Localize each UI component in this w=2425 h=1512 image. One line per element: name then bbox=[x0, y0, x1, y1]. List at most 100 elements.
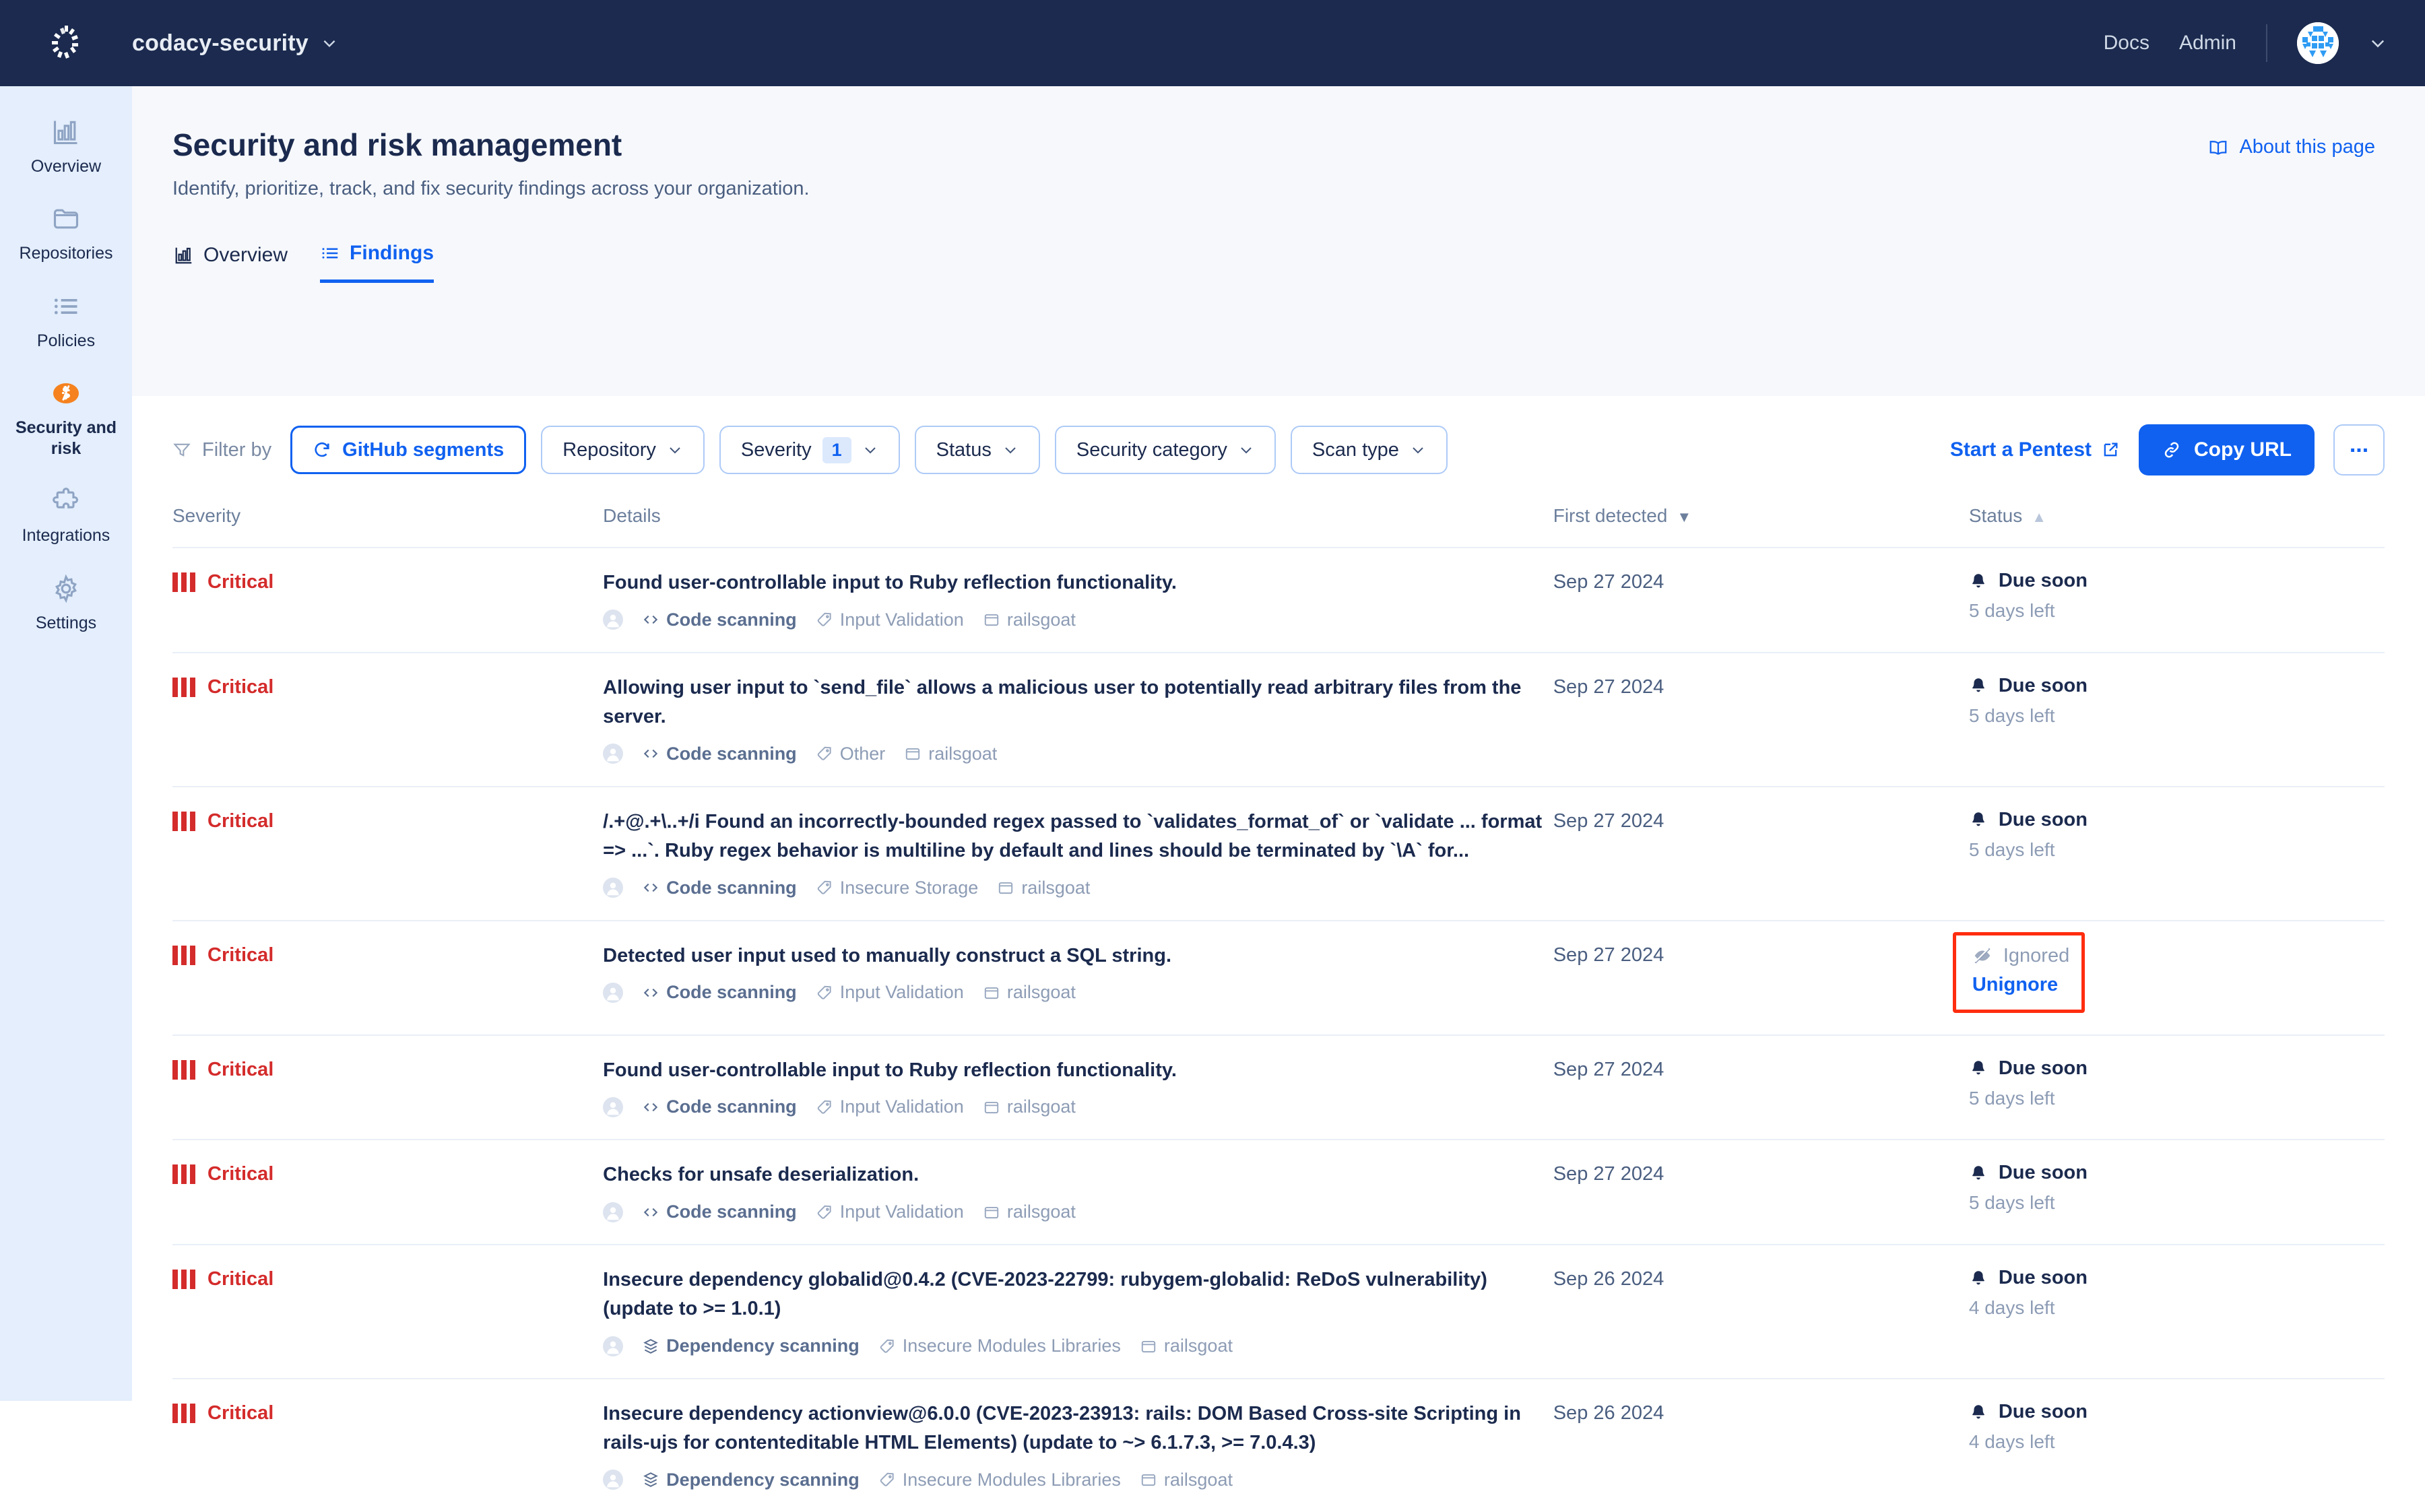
first-detected-date: Sep 26 2024 bbox=[1553, 1268, 1664, 1290]
list-icon bbox=[51, 288, 81, 325]
filter-scan-type[interactable]: Scan type bbox=[1290, 426, 1448, 474]
logo-container[interactable] bbox=[0, 22, 132, 65]
filter-severity[interactable]: Severity 1 bbox=[719, 426, 900, 474]
bell-icon bbox=[1969, 572, 1988, 591]
filter-repository[interactable]: Repository bbox=[541, 426, 705, 474]
cell-first-detected: Sep 27 2024 bbox=[1553, 919, 1969, 1035]
finding-meta-label: railsgoat bbox=[1163, 1336, 1233, 1356]
severity-bars-icon bbox=[172, 945, 195, 965]
column-header-first-detected[interactable]: First detected ▼ bbox=[1553, 505, 1969, 548]
tab-overview[interactable]: Overview bbox=[174, 242, 288, 283]
table-row[interactable]: Critical /.+@.+\..+/i Found an incorrectl… bbox=[172, 785, 2385, 921]
finding-title[interactable]: Insecure dependency globalid@0.4.2 (CVE-… bbox=[603, 1266, 1553, 1323]
filter-github-segments[interactable]: GitHub segments bbox=[290, 426, 527, 474]
finding-meta-label: railsgoat bbox=[1006, 982, 1076, 1003]
layers-icon bbox=[642, 1471, 659, 1488]
more-options-button[interactable]: ... bbox=[2333, 424, 2385, 475]
avatar-chevron-down-icon[interactable] bbox=[2368, 34, 2387, 53]
table-row[interactable]: Critical Insecure dependency globalid@0.4… bbox=[172, 1244, 2385, 1379]
repo-folder-icon bbox=[1140, 1471, 1157, 1488]
severity-label: Critical bbox=[207, 810, 274, 832]
cell-status: Due soon 5 days left bbox=[1968, 651, 2385, 787]
column-label-status: Status bbox=[1968, 505, 2023, 526]
filter-security-category[interactable]: Security category bbox=[1054, 426, 1276, 474]
repo-folder-icon bbox=[997, 879, 1014, 896]
column-header-status[interactable]: Status ▲ bbox=[1969, 505, 2385, 548]
sidebar-label-integrations: Integrations bbox=[22, 526, 110, 546]
status-label: Due soon bbox=[1998, 1057, 2088, 1079]
sidebar-item-overview[interactable]: Overview bbox=[0, 101, 132, 188]
table-row[interactable]: Critical Insecure dependency actionview@6… bbox=[172, 1378, 2385, 1512]
status-label: Due soon bbox=[1998, 808, 2088, 830]
finding-meta-item: Code scanning bbox=[642, 1202, 797, 1222]
finding-meta-item: railsgoat bbox=[1140, 1336, 1233, 1356]
table-row[interactable]: Critical Allowing user input to `send_fil… bbox=[172, 651, 2385, 787]
sidebar-item-policies[interactable]: Policies bbox=[0, 275, 132, 362]
tag-icon bbox=[816, 984, 833, 1001]
column-label-first-detected: First detected bbox=[1553, 505, 1668, 526]
tag-icon bbox=[816, 611, 833, 628]
finding-title[interactable]: Detected user input used to manually con… bbox=[603, 942, 1553, 971]
finding-meta: Code scanning Input Validation railsgoat bbox=[603, 1202, 1553, 1222]
repo-folder-icon bbox=[983, 611, 1000, 628]
sidebar-item-security-and-risk[interactable]: Security and risk bbox=[0, 362, 132, 471]
finding-author-avatar bbox=[603, 1096, 624, 1117]
severity-bars-icon bbox=[172, 1404, 195, 1424]
finding-meta-item: Code scanning bbox=[642, 744, 797, 764]
table-row[interactable]: Critical Checks for unsafe deserializatio… bbox=[172, 1139, 2385, 1245]
copy-url-button[interactable]: Copy URL bbox=[2139, 424, 2315, 475]
security-shield-icon bbox=[50, 374, 82, 412]
severity-bars-icon bbox=[172, 677, 195, 697]
cell-severity: Critical bbox=[172, 1378, 604, 1512]
finding-meta-item: Insecure Modules Libraries bbox=[878, 1470, 1121, 1490]
finding-title[interactable]: Checks for unsafe deserialization. bbox=[603, 1160, 1553, 1189]
column-header-severity[interactable]: Severity bbox=[172, 505, 603, 548]
chevron-down-icon bbox=[1410, 442, 1426, 458]
status-due-row: Due soon bbox=[1969, 1401, 2385, 1423]
docs-link[interactable]: Docs bbox=[2104, 32, 2149, 55]
severity-bars-icon bbox=[172, 1270, 195, 1290]
status-due-row: Due soon bbox=[1969, 1162, 2385, 1184]
bar-chart-icon bbox=[174, 245, 194, 265]
first-detected-date: Sep 27 2024 bbox=[1553, 676, 1664, 698]
finding-meta: Code scanning Input Validation railsgoat bbox=[603, 610, 1553, 630]
about-this-page-link[interactable]: About this page bbox=[2208, 136, 2375, 158]
book-icon bbox=[2208, 137, 2228, 158]
user-avatar[interactable] bbox=[2297, 22, 2339, 64]
finding-title[interactable]: Insecure dependency actionview@6.0.0 (CV… bbox=[603, 1400, 1553, 1457]
organization-switcher[interactable]: codacy-security bbox=[132, 30, 338, 57]
tab-findings[interactable]: Findings bbox=[320, 242, 434, 283]
table-row[interactable]: Critical Detected user input used to manu… bbox=[172, 919, 2385, 1035]
sidebar-item-settings[interactable]: Settings bbox=[0, 558, 132, 645]
finding-title[interactable]: /.+@.+\..+/i Found an incorrectly-bounde… bbox=[603, 808, 1553, 865]
nav-divider bbox=[2266, 24, 2267, 62]
start-a-pentest-link[interactable]: Start a Pentest bbox=[1950, 438, 2120, 461]
finding-meta-item: railsgoat bbox=[997, 878, 1090, 898]
finding-title[interactable]: Allowing user input to `send_file` allow… bbox=[603, 673, 1553, 731]
severity-indicator: Critical bbox=[172, 1266, 603, 1290]
finding-meta: Dependency scanning Insecure Modules Libr… bbox=[603, 1336, 1553, 1356]
table-body: Critical Found user-controllable input to… bbox=[172, 547, 2385, 1512]
code-brackets-icon bbox=[642, 1098, 659, 1116]
table-row[interactable]: Critical Found user-controllable input to… bbox=[172, 547, 2385, 653]
refresh-icon bbox=[313, 440, 331, 459]
table-row[interactable]: Critical Found user-controllable input to… bbox=[172, 1034, 2385, 1140]
sidebar-label-policies: Policies bbox=[36, 331, 96, 350]
admin-link[interactable]: Admin bbox=[2179, 32, 2236, 55]
sidebar-item-integrations[interactable]: Integrations bbox=[0, 470, 132, 557]
finding-author-avatar bbox=[603, 1202, 624, 1222]
finding-meta-label: railsgoat bbox=[1006, 609, 1076, 630]
status-label: Due soon bbox=[1998, 674, 2088, 696]
filter-label-scan-type: Scan type bbox=[1312, 438, 1399, 461]
page-header: Security and risk management Identify, p… bbox=[132, 86, 2425, 200]
finding-title[interactable]: Found user-controllable input to Ruby re… bbox=[603, 1056, 1553, 1085]
cell-details: Checks for unsafe deserialization. Code s… bbox=[603, 1139, 1553, 1245]
filter-status[interactable]: Status bbox=[914, 426, 1040, 474]
status-due-row: Due soon bbox=[1969, 570, 2385, 592]
unignore-link[interactable]: Unignore bbox=[1972, 974, 2069, 996]
sidebar-item-repositories[interactable]: Repositories bbox=[0, 188, 132, 275]
finding-title[interactable]: Found user-controllable input to Ruby re… bbox=[603, 568, 1553, 597]
column-header-details[interactable]: Details bbox=[603, 505, 1553, 548]
finding-meta-item: railsgoat bbox=[983, 1096, 1076, 1117]
tag-icon bbox=[816, 1204, 833, 1221]
